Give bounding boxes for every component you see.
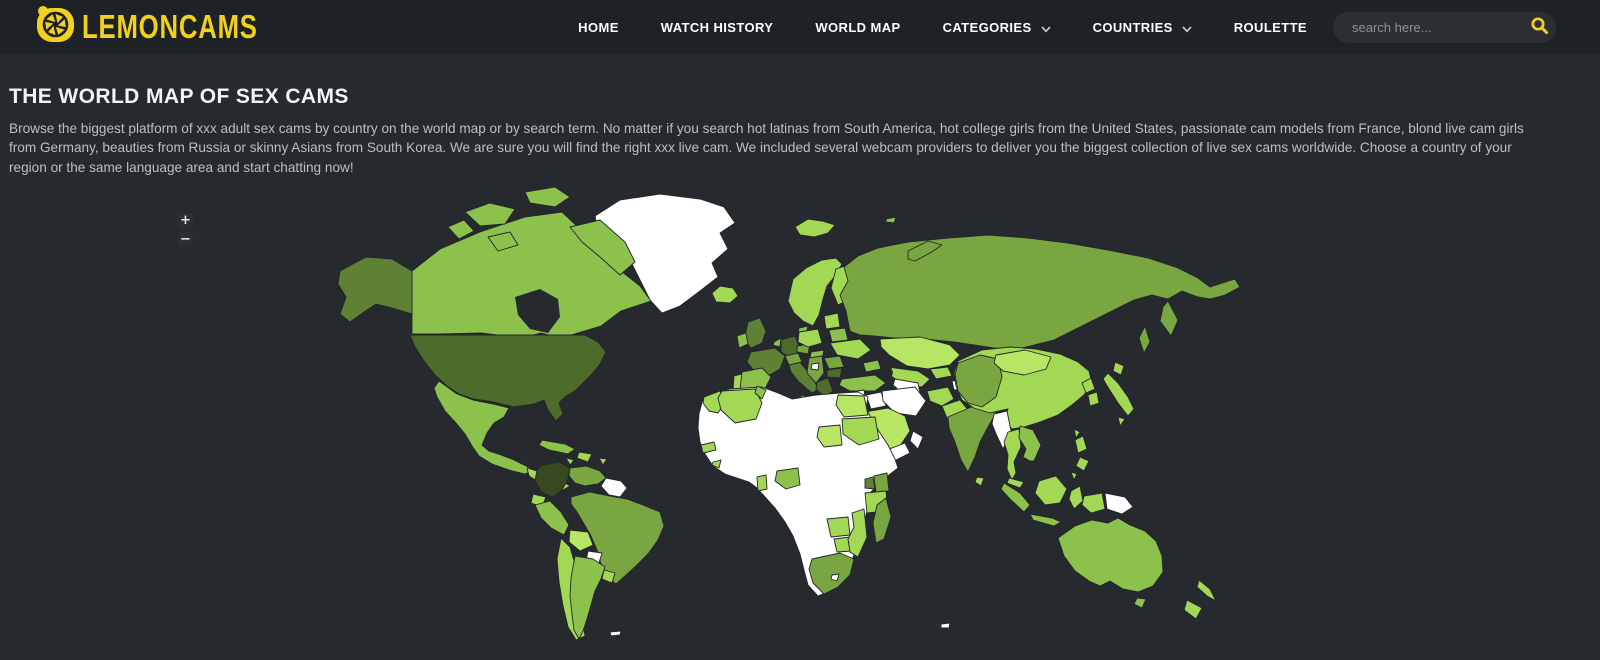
- region-puerto-rico[interactable]: [599, 458, 607, 465]
- region-uganda[interactable]: [865, 477, 875, 489]
- region-franz-josef[interactable]: [886, 217, 896, 223]
- region-ghana[interactable]: [757, 475, 767, 491]
- region-zambia[interactable]: [827, 517, 850, 537]
- nav-item-roulette[interactable]: ROULETTE: [1234, 20, 1307, 35]
- region-ukraine[interactable]: [830, 339, 871, 359]
- intro-paragraph: Browse the biggest platform of xxx adult…: [9, 119, 1545, 177]
- region-bulgaria[interactable]: [827, 368, 842, 378]
- region-kerguelen[interactable]: [941, 623, 950, 628]
- world-map: [330, 187, 1245, 660]
- region-venezuela[interactable]: [569, 466, 606, 486]
- world-map-section: + −: [0, 177, 1600, 660]
- region-sulawesi[interactable]: [1069, 486, 1083, 509]
- region-kenya[interactable]: [874, 473, 889, 493]
- nav-item-watch-history[interactable]: WATCH HISTORY: [661, 20, 774, 35]
- region-new-zealand[interactable]: [1184, 600, 1202, 619]
- region-australia[interactable]: [1058, 518, 1163, 592]
- page-title: THE WORLD MAP OF SEX CAMS: [9, 85, 1545, 109]
- page-content: THE WORLD MAP OF SEX CAMS Browse the big…: [0, 85, 1600, 177]
- region-alaska[interactable]: [338, 257, 412, 322]
- search-box: [1333, 12, 1556, 43]
- region-thailand[interactable]: [1004, 429, 1021, 480]
- region-argentina[interactable]: [570, 556, 605, 639]
- nav-item-countries[interactable]: COUNTRIES: [1093, 19, 1192, 36]
- region-ireland[interactable]: [737, 333, 748, 348]
- region-kyrgyzstan[interactable]: [930, 367, 952, 379]
- region-indochina[interactable]: [1019, 426, 1041, 461]
- region-poland[interactable]: [798, 329, 822, 347]
- logo-text: LEMONCAMS: [82, 8, 258, 46]
- region-png-east[interactable]: [1105, 493, 1133, 514]
- main-nav: HOME WATCH HISTORY WORLD MAP CATEGORIES …: [578, 19, 1307, 36]
- region-cuba[interactable]: [539, 440, 575, 454]
- region-philippines[interactable]: [1076, 457, 1089, 471]
- region-png-west[interactable]: [1082, 493, 1105, 513]
- search-submit-button[interactable]: [1530, 16, 1549, 38]
- lemon-shutter-icon: [35, 5, 76, 49]
- search-icon: [1530, 16, 1549, 38]
- region-baltics[interactable]: [824, 313, 840, 329]
- nav-item-world-map[interactable]: WORLD MAP: [815, 20, 900, 35]
- region-svalbard[interactable]: [795, 219, 835, 237]
- region-taiwan[interactable]: [1074, 429, 1080, 438]
- region-java[interactable]: [1030, 514, 1061, 526]
- region-philippines[interactable]: [1071, 472, 1077, 480]
- region-iceland[interactable]: [712, 286, 738, 303]
- region-colombia[interactable]: [535, 462, 570, 497]
- header-bar: LEMONCAMS HOME WATCH HISTORY WORLD MAP C…: [0, 0, 1600, 54]
- region-philippines[interactable]: [1075, 436, 1087, 453]
- region-benelux[interactable]: [773, 338, 781, 347]
- region-falkland[interactable]: [610, 631, 621, 636]
- region-south-korea[interactable]: [1088, 392, 1099, 406]
- region-kamchatka[interactable]: [1160, 301, 1178, 336]
- logo[interactable]: LEMONCAMS: [35, 5, 307, 49]
- zoom-in-button[interactable]: +: [178, 213, 193, 228]
- region-tasmania[interactable]: [1134, 598, 1146, 608]
- region-belarus[interactable]: [829, 328, 848, 342]
- region-kyushu[interactable]: [1118, 417, 1125, 426]
- region-hispaniola[interactable]: [577, 452, 592, 462]
- region-new-zealand[interactable]: [1197, 580, 1216, 601]
- chevron-down-icon: [1182, 21, 1192, 36]
- region-russia[interactable]: [840, 235, 1240, 350]
- map-zoom-controls: + −: [178, 213, 193, 247]
- region-oman[interactable]: [910, 431, 923, 449]
- region-borneo[interactable]: [1035, 476, 1067, 505]
- nav-item-categories[interactable]: CATEGORIES: [943, 19, 1051, 36]
- region-bosnia[interactable]: [811, 363, 819, 370]
- region-hokkaido[interactable]: [1113, 362, 1124, 375]
- nav-item-home[interactable]: HOME: [578, 20, 619, 35]
- region-peru[interactable]: [535, 501, 569, 535]
- region-sri-lanka[interactable]: [975, 477, 984, 486]
- region-sumatra[interactable]: [1001, 483, 1030, 512]
- region-romania[interactable]: [824, 356, 844, 369]
- region-sakhalin[interactable]: [1139, 326, 1150, 353]
- search-input[interactable]: [1350, 19, 1530, 36]
- chevron-down-icon: [1041, 21, 1051, 36]
- zoom-out-button[interactable]: −: [178, 232, 193, 247]
- region-jamaica[interactable]: [566, 458, 574, 465]
- region-arctic-island[interactable]: [525, 187, 570, 207]
- region-japan[interactable]: [1103, 373, 1134, 416]
- region-turkey[interactable]: [839, 375, 886, 391]
- region-guyana[interactable]: [601, 478, 627, 497]
